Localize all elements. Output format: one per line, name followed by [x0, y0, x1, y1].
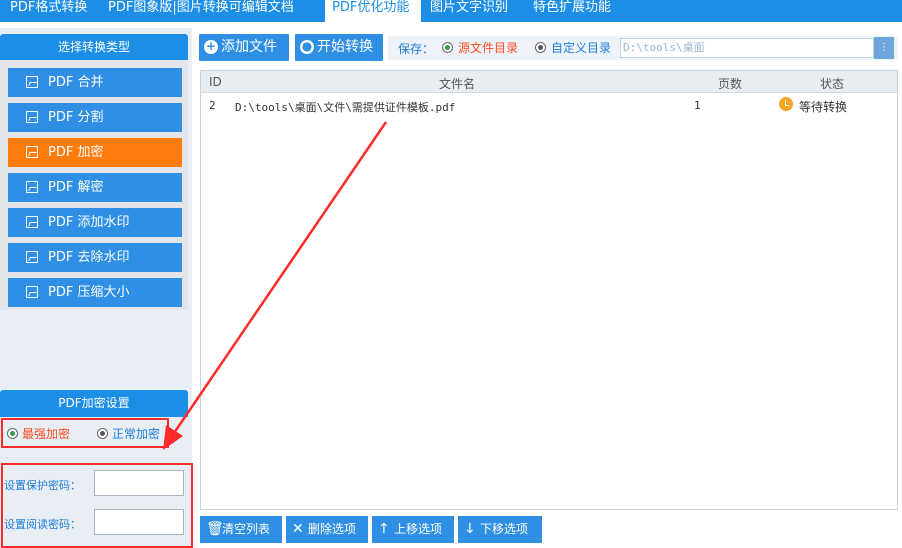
custom-dir-radio[interactable] — [535, 42, 546, 53]
sidebar-item-pdf-encrypt[interactable]: PDF 加密 — [8, 138, 182, 167]
sidebar-item-label: PDF 添加水印 — [48, 215, 130, 230]
row-status: 等待转换 — [799, 100, 848, 114]
start-convert-button[interactable]: ● 开始转换 — [295, 34, 383, 61]
sidebar-item-label: PDF 合并 — [48, 75, 104, 90]
sidebar-item-label: PDF 压缩大小 — [48, 285, 130, 300]
save-location-bar: 保存： 源文件目录 自定义目录 D:\tools\桌面 ⋮ — [388, 36, 898, 60]
pdf-image-icon — [26, 146, 38, 158]
move-up-button[interactable]: ↑ 上移选项 — [372, 516, 454, 543]
sidebar-item-pdf-split[interactable]: PDF 分割 — [8, 103, 182, 132]
encrypt-settings-header: PDF加密设置 — [0, 390, 188, 417]
clock-icon — [779, 97, 793, 111]
start-convert-label: 开始转换 — [317, 39, 373, 55]
col-filename[interactable]: 文件名 — [439, 75, 475, 92]
custom-dir-label[interactable]: 自定义目录 — [551, 41, 611, 55]
pdf-image-icon — [26, 76, 38, 88]
delete-item-button[interactable]: ✕ 删除选项 — [286, 516, 368, 543]
pdf-image-icon — [26, 216, 38, 228]
col-pages[interactable]: 页数 — [718, 75, 742, 92]
trash-icon: 🗑 — [206, 521, 224, 537]
clear-list-button[interactable]: 🗑 清空列表 — [200, 516, 282, 543]
tab-pdf-optimize[interactable]: PDF优化功能 — [325, 0, 421, 22]
col-status[interactable]: 状态 — [820, 75, 844, 92]
row-filename: D:\tools\桌面\文件\需提供证件模板.pdf — [235, 101, 456, 114]
pdf-image-icon — [26, 251, 38, 263]
move-down-label: 下移选项 — [480, 522, 529, 536]
save-label: 保存： — [398, 42, 435, 56]
row-pages: 1 — [694, 99, 701, 112]
sidebar-item-pdf-remove-watermark[interactable]: PDF 去除水印 — [8, 243, 182, 272]
sidebar-item-pdf-compress[interactable]: PDF 压缩大小 — [8, 278, 182, 307]
annotation-box-encrypt-mode — [1, 418, 169, 448]
sidebar-item-pdf-add-watermark[interactable]: PDF 添加水印 — [8, 208, 182, 237]
clear-list-label: 清空列表 — [222, 522, 271, 536]
col-id[interactable]: ID — [209, 75, 222, 89]
file-table[interactable]: ID 文件名 页数 状态 2 D:\tools\桌面\文件\需提供证件模板.pd… — [200, 70, 898, 510]
pdf-image-icon — [26, 181, 38, 193]
tab-extended-features[interactable]: 特色扩展功能 — [533, 0, 611, 22]
source-dir-radio[interactable] — [442, 42, 453, 53]
sidebar-item-label: PDF 解密 — [48, 180, 104, 195]
tab-pdf-format-convert[interactable]: PDF格式转换 — [10, 0, 87, 22]
source-dir-label[interactable]: 源文件目录 — [458, 41, 518, 55]
row-id: 2 — [209, 99, 216, 112]
pdf-image-icon — [26, 286, 38, 298]
move-down-button[interactable]: ↓ 下移选项 — [458, 516, 542, 543]
tab-pdf-image-convert[interactable]: PDF图象版|图片转换可编辑文档 — [108, 0, 294, 22]
conversion-type-header: 选择转换类型 — [0, 34, 188, 60]
delete-item-label: 删除选项 — [308, 522, 357, 536]
annotation-box-passwords — [1, 463, 193, 548]
pdf-image-icon — [26, 111, 38, 123]
plus-icon: + — [204, 39, 218, 54]
close-icon: ✕ — [292, 521, 304, 537]
add-file-label: 添加文件 — [221, 39, 277, 55]
sidebar-item-label: PDF 去除水印 — [48, 250, 130, 265]
table-header: ID 文件名 页数 状态 — [201, 71, 897, 93]
sidebar-item-pdf-merge[interactable]: PDF 合并 — [8, 68, 182, 97]
top-tab-bar: PDF格式转换 PDF图象版|图片转换可编辑文档 PDF优化功能 图片文字识别 … — [0, 0, 902, 22]
arrow-up-icon: ↑ — [378, 521, 390, 537]
start-icon: ● — [300, 39, 314, 54]
sidebar-item-label: PDF 分割 — [48, 110, 104, 125]
sidebar-item-pdf-decrypt[interactable]: PDF 解密 — [8, 173, 182, 202]
browse-button[interactable]: ⋮ — [874, 37, 894, 59]
output-path-input[interactable]: D:\tools\桌面 — [620, 38, 874, 58]
add-file-button[interactable]: + 添加文件 — [199, 34, 289, 61]
arrow-down-icon: ↓ — [464, 521, 476, 537]
sidebar-item-label: PDF 加密 — [48, 145, 104, 160]
tab-image-ocr[interactable]: 图片文字识别 — [430, 0, 508, 22]
move-up-label: 上移选项 — [394, 522, 443, 536]
